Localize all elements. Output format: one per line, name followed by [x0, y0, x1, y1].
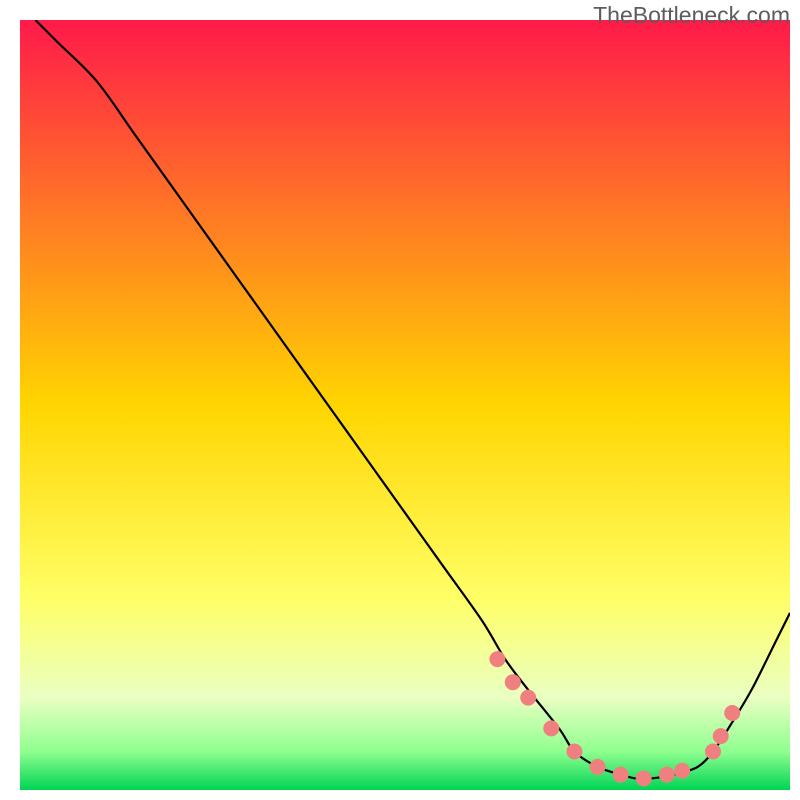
marker-point — [724, 705, 740, 721]
marker-point — [613, 767, 629, 783]
marker-point — [659, 767, 675, 783]
chart-container: TheBottleneck.com — [0, 0, 800, 800]
marker-point — [505, 674, 521, 690]
chart-svg — [20, 20, 790, 790]
marker-point — [705, 744, 721, 760]
marker-point — [566, 744, 582, 760]
marker-point — [636, 770, 652, 786]
plot-area — [20, 20, 790, 790]
marker-point — [713, 728, 729, 744]
watermark-text: TheBottleneck.com — [593, 2, 790, 29]
marker-point — [520, 690, 536, 706]
marker-point — [489, 651, 505, 667]
marker-point — [674, 763, 690, 779]
marker-point — [590, 759, 606, 775]
marker-point — [543, 720, 559, 736]
